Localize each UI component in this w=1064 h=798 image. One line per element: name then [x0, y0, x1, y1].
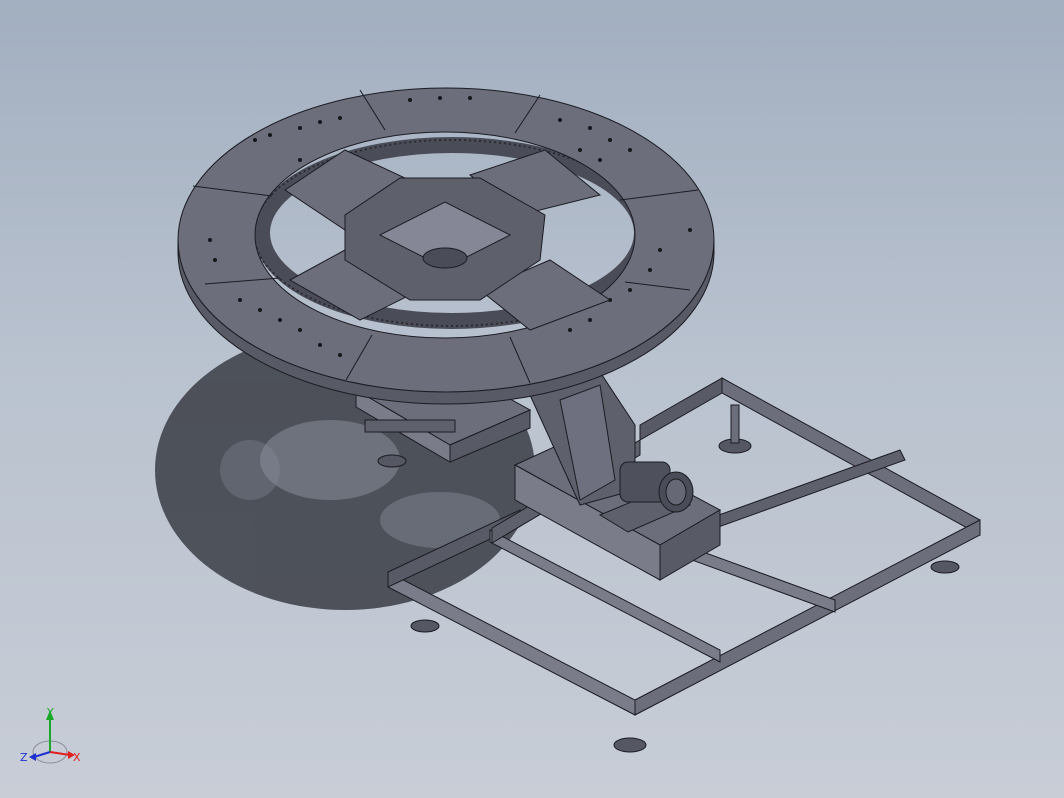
model-scene[interactable]: Y X Z	[0, 0, 1064, 798]
view-triad: Y X Z	[20, 706, 81, 764]
z-axis-arrow	[29, 753, 36, 761]
z-axis-label: Z	[20, 751, 28, 764]
y-axis-label: Y	[46, 706, 54, 719]
graphics-viewport[interactable]: Y X Z	[0, 0, 1064, 798]
x-axis-label: X	[73, 751, 81, 764]
